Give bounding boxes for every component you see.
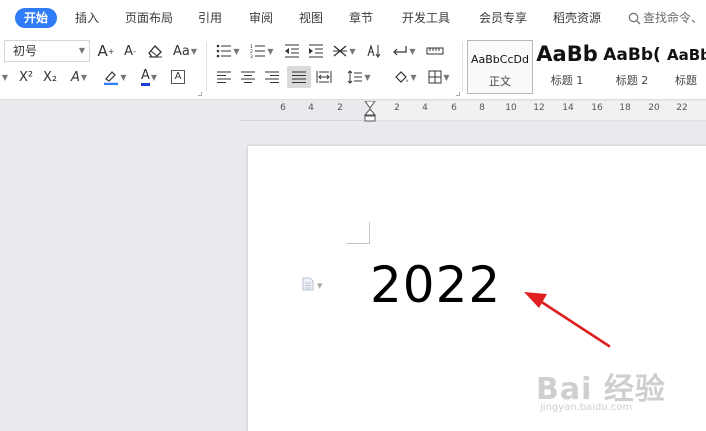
baidu-jingyan-watermark: Bai 经验 jingyan.baidu.com xyxy=(536,364,706,424)
watermark-url: jingyan.baidu.com xyxy=(540,402,633,413)
